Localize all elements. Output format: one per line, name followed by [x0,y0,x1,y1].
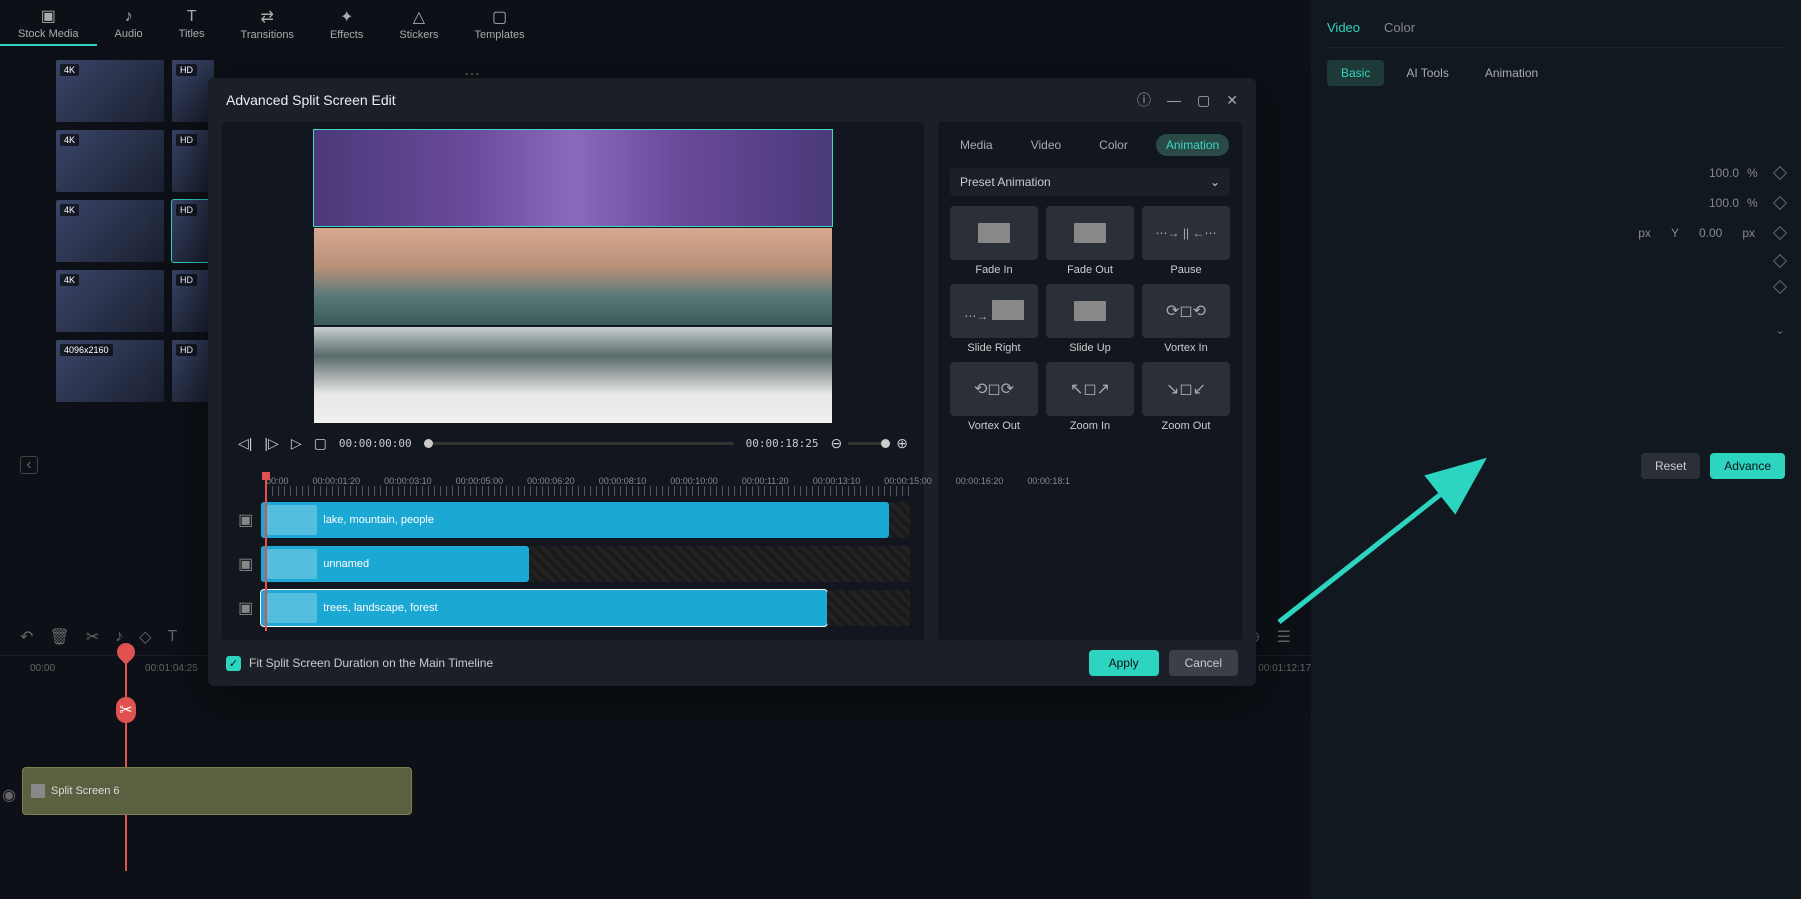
transition-icon: ⇄ [261,7,274,27]
toolbar-audio[interactable]: ♪Audio [97,4,161,44]
track-clip-1[interactable]: lake, mountain, people [261,502,889,538]
media-thumbnail[interactable]: 4K [56,270,164,332]
help-icon[interactable]: ⓘ [1137,90,1151,110]
media-thumbnail[interactable]: 4K [56,130,164,192]
fit-duration-checkbox[interactable]: ✓ [226,656,241,671]
prop-value-2[interactable]: 100.0 [1689,196,1739,210]
next-frame-icon[interactable]: |▷ [264,435,278,452]
text-icon[interactable]: T [167,628,177,646]
collapse-button[interactable]: ‹ [20,456,38,474]
music-icon: ♪ [125,8,133,26]
sticker-icon: △ [413,7,425,27]
split-segment-1[interactable] [314,130,832,226]
anim-pause[interactable]: ⋯→ || ←⋯ [1142,206,1230,260]
anim-zoom-out[interactable]: ↘◻↙ [1142,362,1230,416]
split-segment-2[interactable] [314,228,832,324]
anim-vortex-out[interactable]: ⟲◻⟳ [950,362,1038,416]
anim-tab-animation[interactable]: Animation [1156,134,1229,156]
anim-fade-out[interactable] [1046,206,1134,260]
razor-icon[interactable]: ✂ [116,697,136,723]
animation-panel: Media Video Color Animation Preset Anima… [938,122,1242,640]
inner-timeline: 00:0000:00:01:2000:00:03:1000:00:05:0000… [222,468,924,640]
toolbar-stock-media[interactable]: ▣Stock Media [0,2,97,46]
minimize-icon[interactable]: — [1167,92,1181,108]
track-clip-3[interactable]: trees, landscape, forest [261,590,827,626]
chevron-down-icon: ⌄ [1210,175,1220,189]
cut-icon[interactable]: ✂ [86,627,99,647]
inner-ruler[interactable]: 00:0000:00:01:2000:00:03:1000:00:05:0000… [236,476,910,486]
track-type-icon: ▣ [236,598,255,618]
split-segment-3[interactable] [314,327,832,423]
toolbar-effects[interactable]: ✦Effects [312,3,381,45]
subtab-animation[interactable]: Animation [1471,60,1552,86]
prev-frame-icon[interactable]: ◁| [238,435,252,452]
inspector-panel: Video Color Basic AI Tools Animation 100… [1311,0,1801,899]
preset-dropdown[interactable]: Preset Animation⌄ [950,168,1230,196]
image-icon: ▣ [41,6,56,26]
prop-value-1[interactable]: 100.0 [1689,166,1739,180]
split-screen-modal: Advanced Split Screen Edit ⓘ — ▢ ✕ ◁| |▷… [208,78,1256,686]
zoom-out-icon[interactable]: ⊖ [831,435,843,452]
toolbar-transitions[interactable]: ⇄Transitions [223,3,312,45]
inspector-tab-color[interactable]: Color [1384,16,1415,39]
playhead[interactable] [125,651,127,871]
toolbar-stickers[interactable]: △Stickers [381,3,456,45]
progress-bar[interactable] [424,442,734,445]
modal-title: Advanced Split Screen Edit [226,92,396,108]
prop-y-value[interactable]: 0.00 [1699,226,1722,240]
subtab-basic[interactable]: Basic [1327,60,1384,86]
maximize-icon[interactable]: ▢ [1197,92,1210,109]
keyframe-icon[interactable] [1773,254,1787,268]
timecode-duration: 00:00:18:25 [746,437,819,450]
media-thumbnail[interactable]: 4K [56,200,164,262]
anim-tab-media[interactable]: Media [950,134,1003,156]
keyframe-icon[interactable] [1773,166,1787,180]
anim-tab-video[interactable]: Video [1021,134,1071,156]
text-icon: T [187,8,197,26]
anim-zoom-in[interactable]: ↖◻↗ [1046,362,1134,416]
timeline-clip[interactable]: Split Screen 6 [22,767,412,815]
anim-slide-up[interactable] [1046,284,1134,338]
stop-icon[interactable]: ▢ [314,435,327,452]
close-icon[interactable]: ✕ [1226,92,1238,109]
keyframe-icon[interactable] [1773,196,1787,210]
chevron-down-icon[interactable]: ⌄ [1775,323,1785,337]
play-icon[interactable]: ▷ [291,435,302,452]
zoom-in-icon[interactable]: ⊕ [896,435,908,452]
track-type-icon: ▣ [236,510,255,530]
preview-screen[interactable] [314,130,832,423]
media-grid: 4K HD 4K HD 4K HD 4K HD 4096x2160 HD [56,60,216,402]
track-clip-2[interactable]: unnamed [261,546,529,582]
clip-type-icon [31,784,45,798]
inspector-tab-video[interactable]: Video [1327,16,1360,39]
anim-vortex-in[interactable]: ⟳◻⟲ [1142,284,1230,338]
inner-playhead[interactable] [265,476,267,631]
subtab-ai-tools[interactable]: AI Tools [1392,60,1462,86]
advance-button[interactable]: Advance [1710,453,1785,479]
track-type-icon: ▣ [236,554,255,574]
anim-tab-color[interactable]: Color [1089,134,1138,156]
undo-icon[interactable]: ↶ [20,627,33,647]
keyframe-icon[interactable] [1773,280,1787,294]
delete-icon[interactable]: 🗑 [49,627,69,647]
template-icon: ▢ [492,7,507,27]
cancel-button[interactable]: Cancel [1169,650,1238,676]
list-icon[interactable]: ☰ [1277,627,1291,647]
toolbar-titles[interactable]: TTitles [161,4,223,44]
media-thumbnail[interactable]: 4K [56,60,164,122]
apply-button[interactable]: Apply [1089,650,1159,676]
reset-button[interactable]: Reset [1641,453,1700,479]
keyframe-icon[interactable] [1773,226,1787,240]
timecode-current: 00:00:00:00 [339,437,412,450]
visibility-icon[interactable]: ◉ [2,785,16,805]
media-thumbnail[interactable]: 4096x2160 [56,340,164,402]
sparkle-icon: ✦ [340,7,353,27]
tag-icon[interactable]: ◇ [139,627,151,647]
zoom-slider[interactable] [848,442,890,445]
anim-fade-in[interactable] [950,206,1038,260]
anim-slide-right[interactable]: ⋯→ [950,284,1038,338]
toolbar-templates[interactable]: ▢Templates [457,3,543,45]
